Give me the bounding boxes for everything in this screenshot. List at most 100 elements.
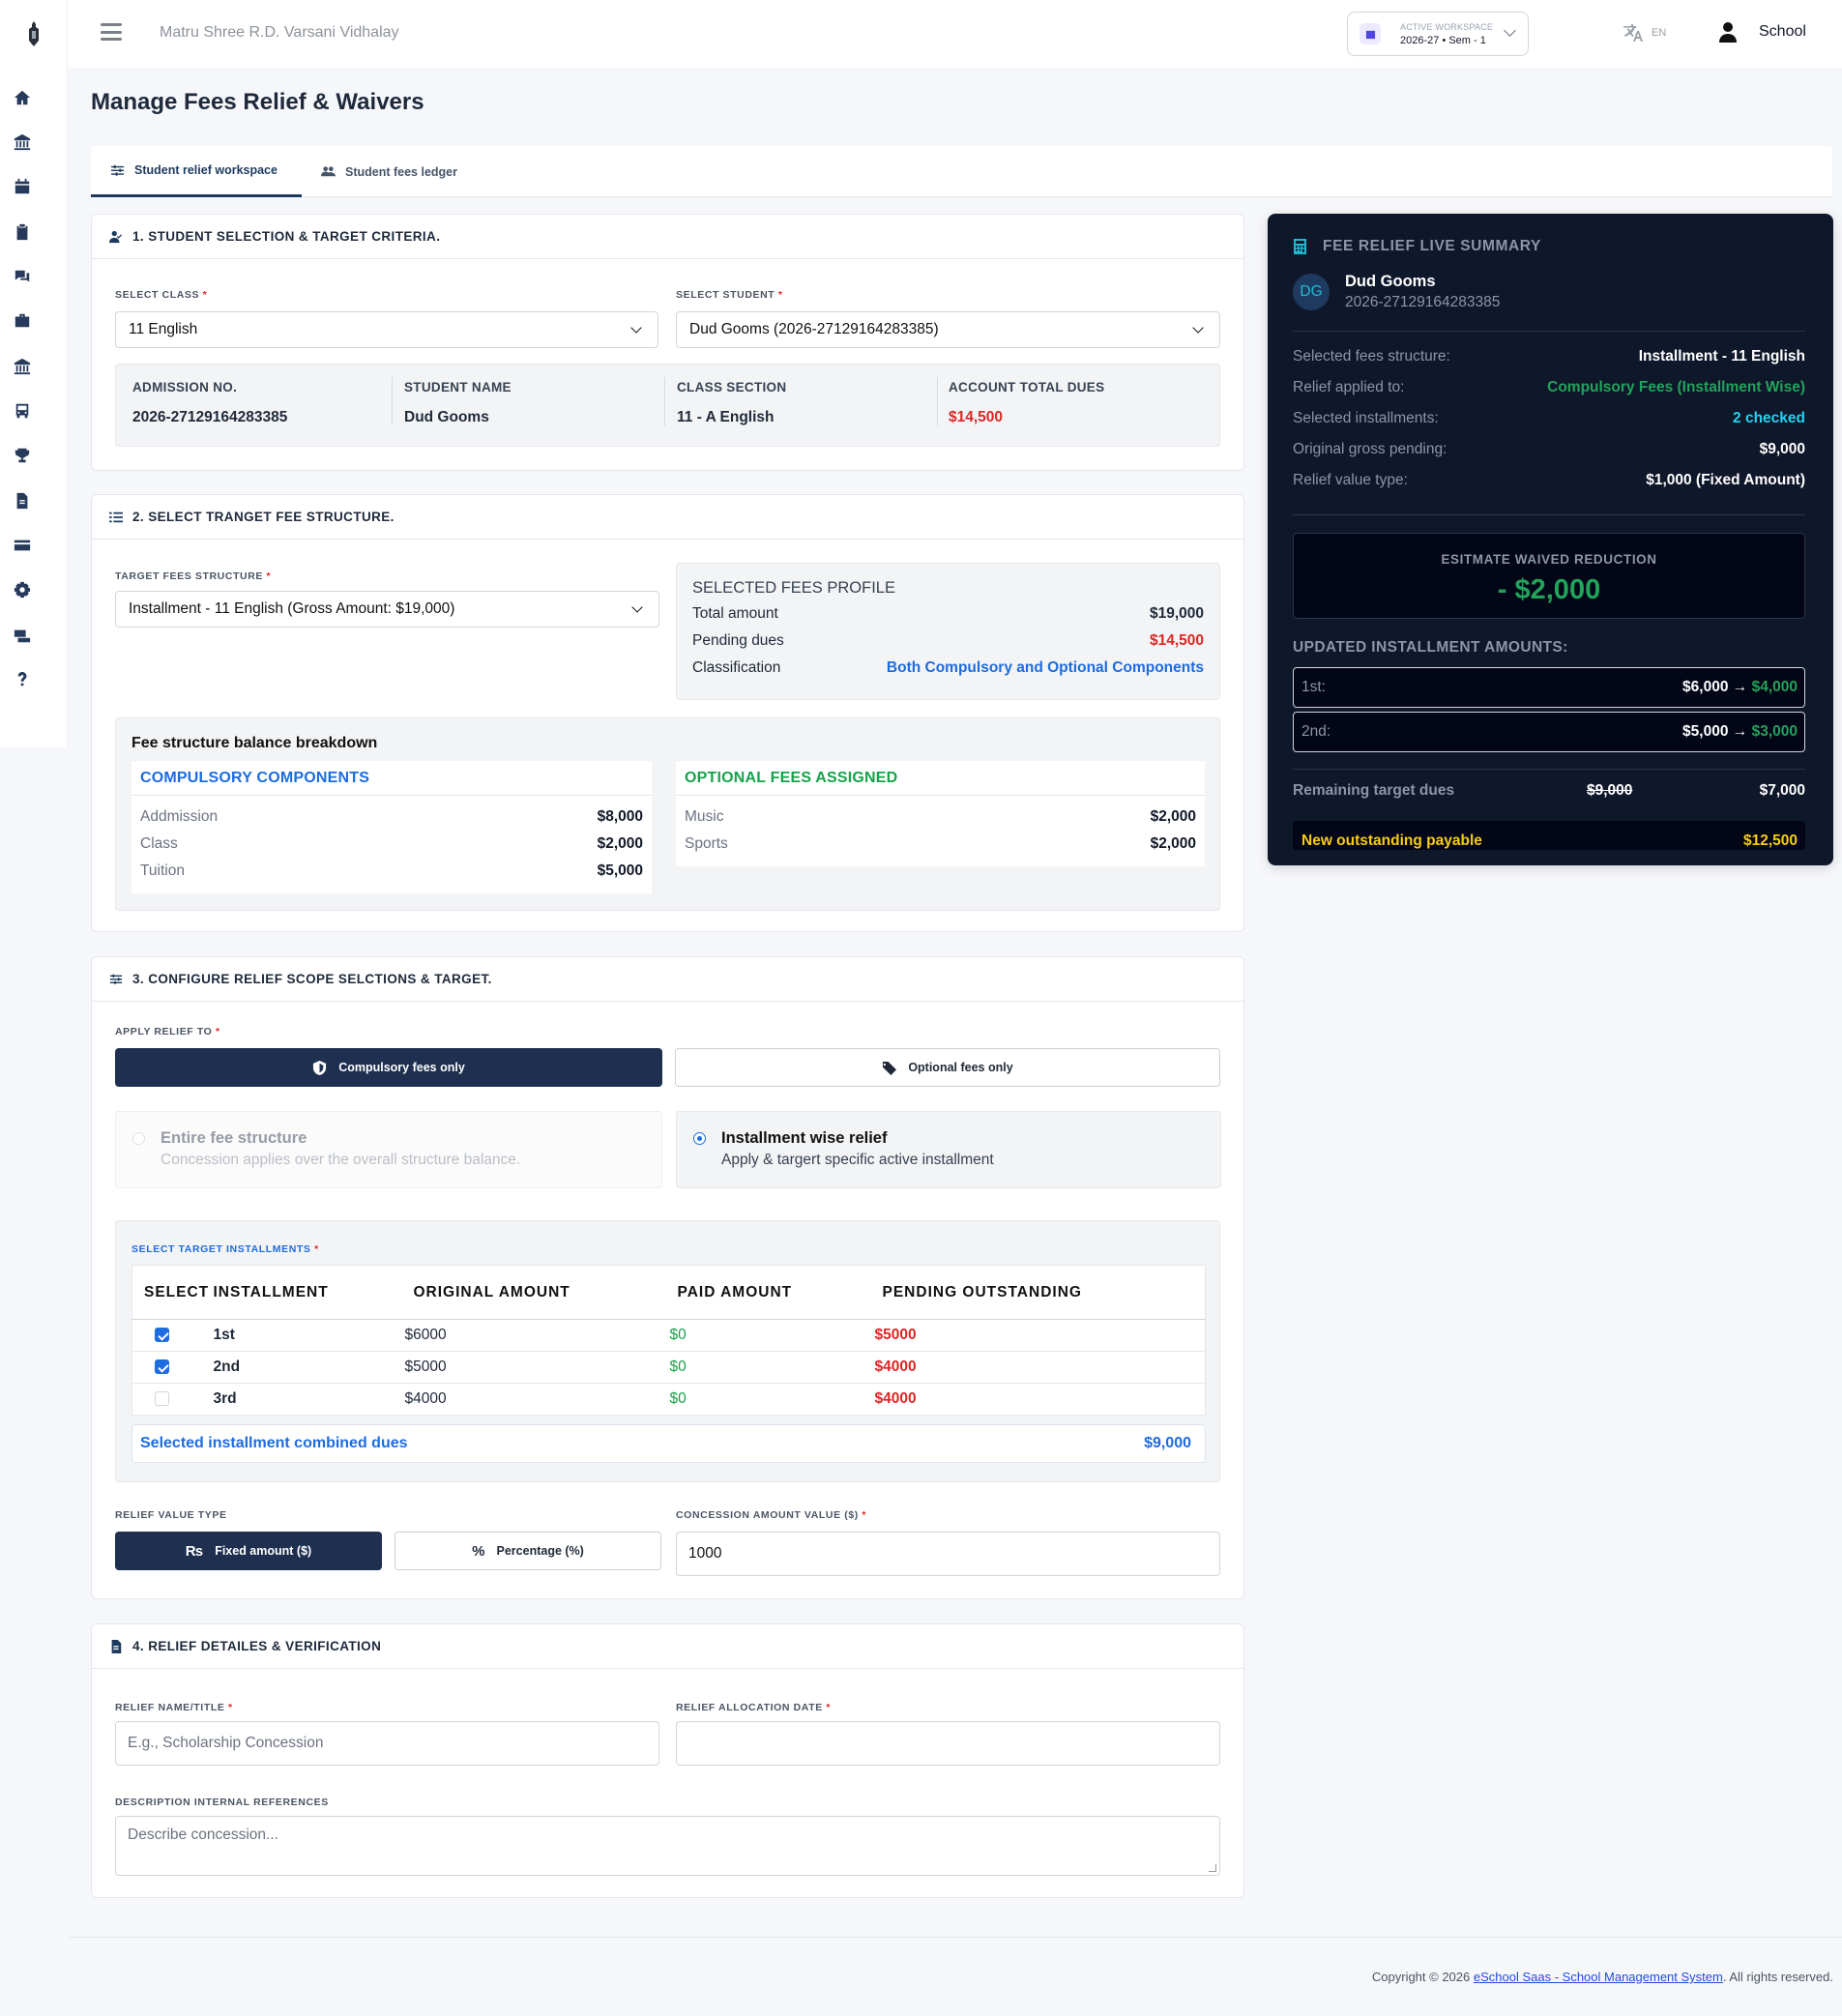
calendar-icon[interactable] [13,177,32,196]
class-select[interactable]: 11 English [115,311,658,348]
chat-icon[interactable] [13,267,32,286]
component-row: Class $2,000 [140,835,643,852]
user-menu[interactable]: School [1718,21,1806,43]
resize-handle[interactable] [1209,1864,1216,1872]
relief-name-label: RELIEF NAME/TITLE * [115,1702,233,1713]
user-name: School [1759,23,1806,40]
money-transfer-icon[interactable] [13,626,32,645]
updated-installment-row: 2nd: $5,000 → $3,000 [1293,712,1805,752]
summary-title: FEE RELIEF LIVE SUMMARY [1323,238,1541,254]
relief-details-card: 4. RELIEF DETAILES & VERIFICATION RELIEF… [91,1623,1244,1898]
radio-button[interactable] [693,1132,706,1145]
tab-bar: Student relief workspace Student fees le… [91,146,1832,197]
new-outstanding-payable: New outstanding payable $12,500 [1293,821,1805,850]
language-code: EN [1652,27,1667,39]
class-label: SELECT CLASS * [115,289,208,301]
school-name: Matru Shree R.D. Varsani Vidhalay [160,24,399,41]
percentage-button[interactable]: % Percentage (%) [395,1532,661,1570]
installment-wise-option[interactable]: Installment wise relief Apply & targert … [676,1111,1221,1188]
percent-icon: % [472,1542,485,1560]
relief-scope-card: 3. CONFIGURE RELIEF SCOPE SELCTIONS & TA… [91,956,1244,1599]
radio-button[interactable] [132,1132,145,1145]
sliders-icon [110,164,125,176]
description-textarea[interactable]: Describe concession... [115,1816,1220,1876]
installment-name: 3rd [213,1390,237,1407]
user-group-icon [109,230,123,243]
tab-label: Student fees ledger [345,164,457,179]
tag-icon [882,1061,897,1075]
card-icon[interactable] [13,536,32,555]
workspace-value: 2026-27 • Sem - 1 [1400,35,1486,46]
entire-structure-option[interactable]: Entire fee structure Concession applies … [115,1111,662,1188]
language-switch[interactable]: EN [1621,21,1666,44]
pending-amount: $4000 [874,1351,1198,1384]
original-amount: $4000 [404,1390,447,1407]
optional-fees-button[interactable]: Optional fees only [675,1048,1220,1087]
combined-dues-label: Selected installment combined dues [140,1435,408,1451]
student-select[interactable]: Dud Gooms (2026-27129164283385) [676,311,1220,348]
compulsory-components: COMPULSORY COMPONENTS Addmission $8,000 C… [132,761,652,893]
live-summary-panel: FEE RELIEF LIVE SUMMARY DG Dud Gooms 202… [1268,214,1833,865]
bus-icon[interactable] [13,401,32,421]
selected-profile-box: SELECTED FEES PROFILE Total amount $19,00… [676,563,1220,700]
compulsory-title: COMPULSORY COMPONENTS [132,761,652,796]
institution-icon[interactable] [13,357,32,376]
briefcase-icon[interactable] [13,311,32,331]
school-logo[interactable] [26,21,42,46]
allocation-date-label: RELIEF ALLOCATION DATE * [676,1702,832,1713]
class-section-info: CLASS SECTION 11 - A English [677,380,787,425]
bank-icon[interactable] [13,132,32,152]
structure-select[interactable]: Installment - 11 English (Gross Amount: … [115,591,659,628]
document-icon[interactable] [13,491,32,511]
description-label: DESCRIPTION INTERNAL REFERENCES [115,1797,329,1808]
column-header: PENDING OUTSTANDING [882,1265,1206,1320]
avatar: DG [1293,274,1330,310]
tab-student-relief-workspace[interactable]: Student relief workspace [91,146,302,197]
table-row: 3rd $4000 $0 $4000 [132,1384,1206,1416]
tab-label: Student relief workspace [134,163,278,177]
section-header: 4. RELIEF DETAILES & VERIFICATION [92,1624,1243,1669]
clipboard-icon[interactable] [13,222,32,242]
pending-amount: $4000 [874,1390,917,1407]
concession-amount-input[interactable]: 1000 [676,1532,1220,1576]
gear-icon[interactable] [13,580,32,599]
summary-row: Relief value type: $1,000 (Fixed Amount) [1293,472,1805,488]
profile-row: Pending dues $14,500 [692,632,1204,649]
paid-amount: $0 [669,1319,875,1352]
breakdown-title: Fee structure balance breakdown [132,735,378,751]
installment-checkbox[interactable] [155,1359,169,1375]
compulsory-fees-button[interactable]: Compulsory fees only [115,1048,662,1087]
relief-name-input[interactable]: E.g., Scholarship Concession [115,1721,659,1766]
installment-checkbox[interactable] [155,1391,169,1407]
balance-breakdown-box: Fee structure balance breakdown COMPULSO… [115,717,1220,911]
structure-label: TARGET FEES STRUCTURE * [115,570,272,582]
profile-title: SELECTED FEES PROFILE [692,579,895,597]
installment-name: 2nd [213,1351,414,1384]
table-row: 1st $6000 $0 $5000 [132,1319,1206,1352]
combined-dues-value: $9,000 [1144,1435,1191,1451]
summary-row: Selected fees structure: Installment - 11… [1293,348,1805,365]
footer: Copyright © 2026 eSchool Saas - School M… [1371,1970,1833,1984]
total-dues-info: ACCOUNT TOTAL DUES $14,500 [949,380,1105,425]
workspace-selector[interactable]: ACTIVE WORKSPACE 2026-27 • Sem - 1 [1347,12,1529,56]
home-icon[interactable] [13,88,32,107]
section-header: 2. SELECT TRANGET FEE STRUCTURE. [92,495,1243,540]
component-row: Addmission $8,000 [140,808,643,825]
option-title: Installment wise relief [721,1129,888,1147]
fee-structure-card: 2. SELECT TRANGET FEE STRUCTURE. TARGET … [91,494,1244,932]
fixed-amount-button[interactable]: ₨ Fixed amount ($) [115,1532,382,1570]
top-bar: Matru Shree R.D. Varsani Vidhalay ACTIVE… [68,0,1842,68]
allocation-date-input[interactable] [676,1721,1220,1766]
help-icon[interactable] [13,670,32,689]
trophy-icon[interactable] [13,446,32,465]
footer-link[interactable]: eSchool Saas - School Management System [1474,1970,1723,1984]
tab-student-fees-ledger[interactable]: Student fees ledger [302,146,477,197]
menu-toggle-icon[interactable] [101,23,122,41]
installment-checkbox[interactable] [155,1328,169,1343]
workspace-label: ACTIVE WORKSPACE [1400,22,1494,32]
document-icon [111,1639,122,1653]
combined-dues-bar: Selected installment combined dues $9,00… [132,1424,1206,1463]
column-header: INSTALLMENT [213,1265,414,1320]
original-amount: $6000 [404,1319,669,1352]
sidebar [0,0,68,747]
